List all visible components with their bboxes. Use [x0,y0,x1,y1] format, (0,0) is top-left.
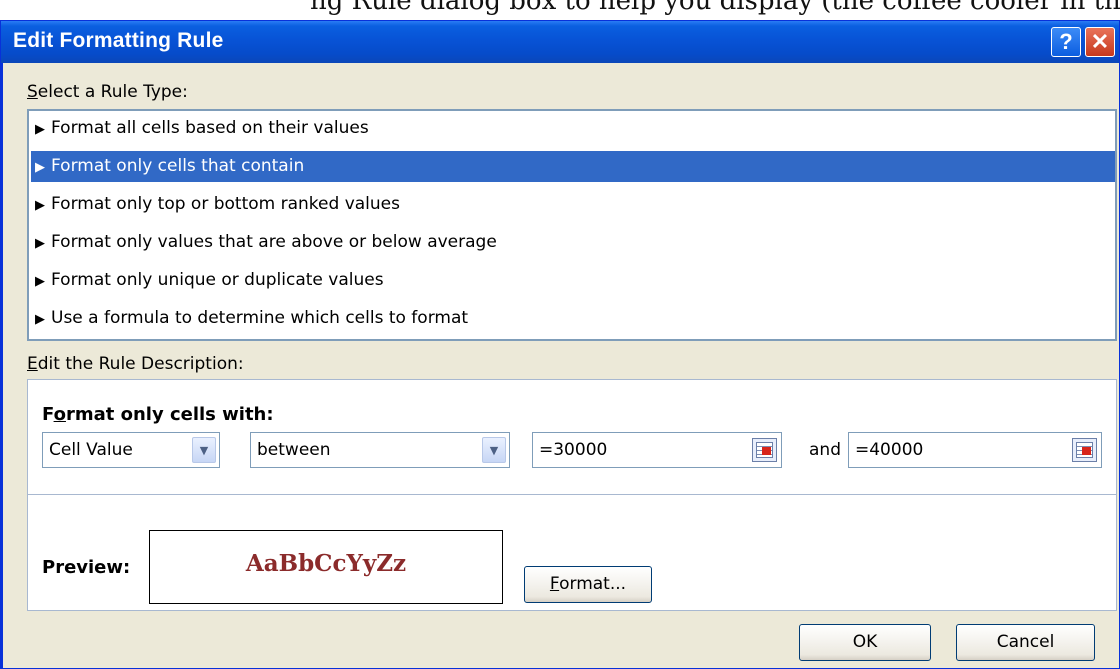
title-bar[interactable]: Edit Formatting Rule ? ✕ [1,21,1119,63]
cancel-button[interactable]: Cancel [956,624,1095,661]
format-button[interactable]: Format... [524,566,652,603]
triangle-right-icon: ▶ [35,236,45,251]
first-value-input[interactable]: =30000 [532,432,782,468]
dialog-title: Edit Formatting Rule [13,29,224,52]
ok-button[interactable]: OK [799,624,931,661]
rule-type-item[interactable]: ▶ Format all cells based on their values [31,113,1115,144]
chevron-down-icon[interactable]: ▼ [482,437,506,463]
rule-type-item[interactable]: ▶ Format only top or bottom ranked values [31,189,1115,220]
triangle-right-icon: ▶ [35,122,45,137]
second-value-input[interactable]: =40000 [848,432,1102,468]
rule-type-item[interactable]: ▶ Format only unique or duplicate values [31,265,1115,296]
help-button[interactable]: ? [1051,27,1081,57]
format-only-cells-heading: Format only cells with: [42,404,274,425]
preview-label: Preview: [42,557,131,578]
first-value-text: =30000 [539,440,608,460]
rule-description-label: Edit the Rule Description: [27,354,244,374]
help-icon: ? [1059,29,1073,54]
rule-type-list[interactable]: ▶ Format all cells based on their values … [27,109,1117,341]
and-label: and [809,440,841,460]
range-select-icon[interactable] [752,438,777,462]
triangle-right-icon: ▶ [35,312,45,327]
rule-description-panel: Format only cells with: Cell Value ▼ bet… [27,379,1117,611]
chevron-down-icon[interactable]: ▼ [192,437,216,463]
preview-sample-text: AaBbCcYyZz [245,550,407,577]
range-select-icon[interactable] [1072,438,1097,462]
rule-type-item[interactable]: ▶ Use a formula to determine which cells … [31,303,1115,334]
dialog-left-border [1,63,3,669]
triangle-right-icon: ▶ [35,274,45,289]
select-rule-type-label: Select a Rule Type: [27,82,188,102]
rule-type-item[interactable]: ▶ Format only values that are above or be… [31,227,1115,258]
cell-value-select-value: Cell Value [49,440,133,460]
operator-select[interactable]: between ▼ [250,432,510,468]
triangle-right-icon: ▶ [35,160,45,175]
close-icon: ✕ [1090,29,1110,54]
second-value-text: =40000 [855,440,924,460]
edit-formatting-rule-dialog: Edit Formatting Rule ? ✕ Select a Rule T… [0,20,1120,669]
triangle-right-icon: ▶ [35,198,45,213]
operator-select-value: between [257,440,331,460]
section-divider [28,494,1116,495]
preview-box: AaBbCcYyZz [149,530,503,604]
rule-type-item-selected[interactable]: ▶ Format only cells that contain [31,151,1115,182]
cell-value-select[interactable]: Cell Value ▼ [42,432,220,468]
cropped-caption-text: ng Rule dialog box to help you display (… [310,0,1120,16]
close-button[interactable]: ✕ [1085,27,1115,57]
